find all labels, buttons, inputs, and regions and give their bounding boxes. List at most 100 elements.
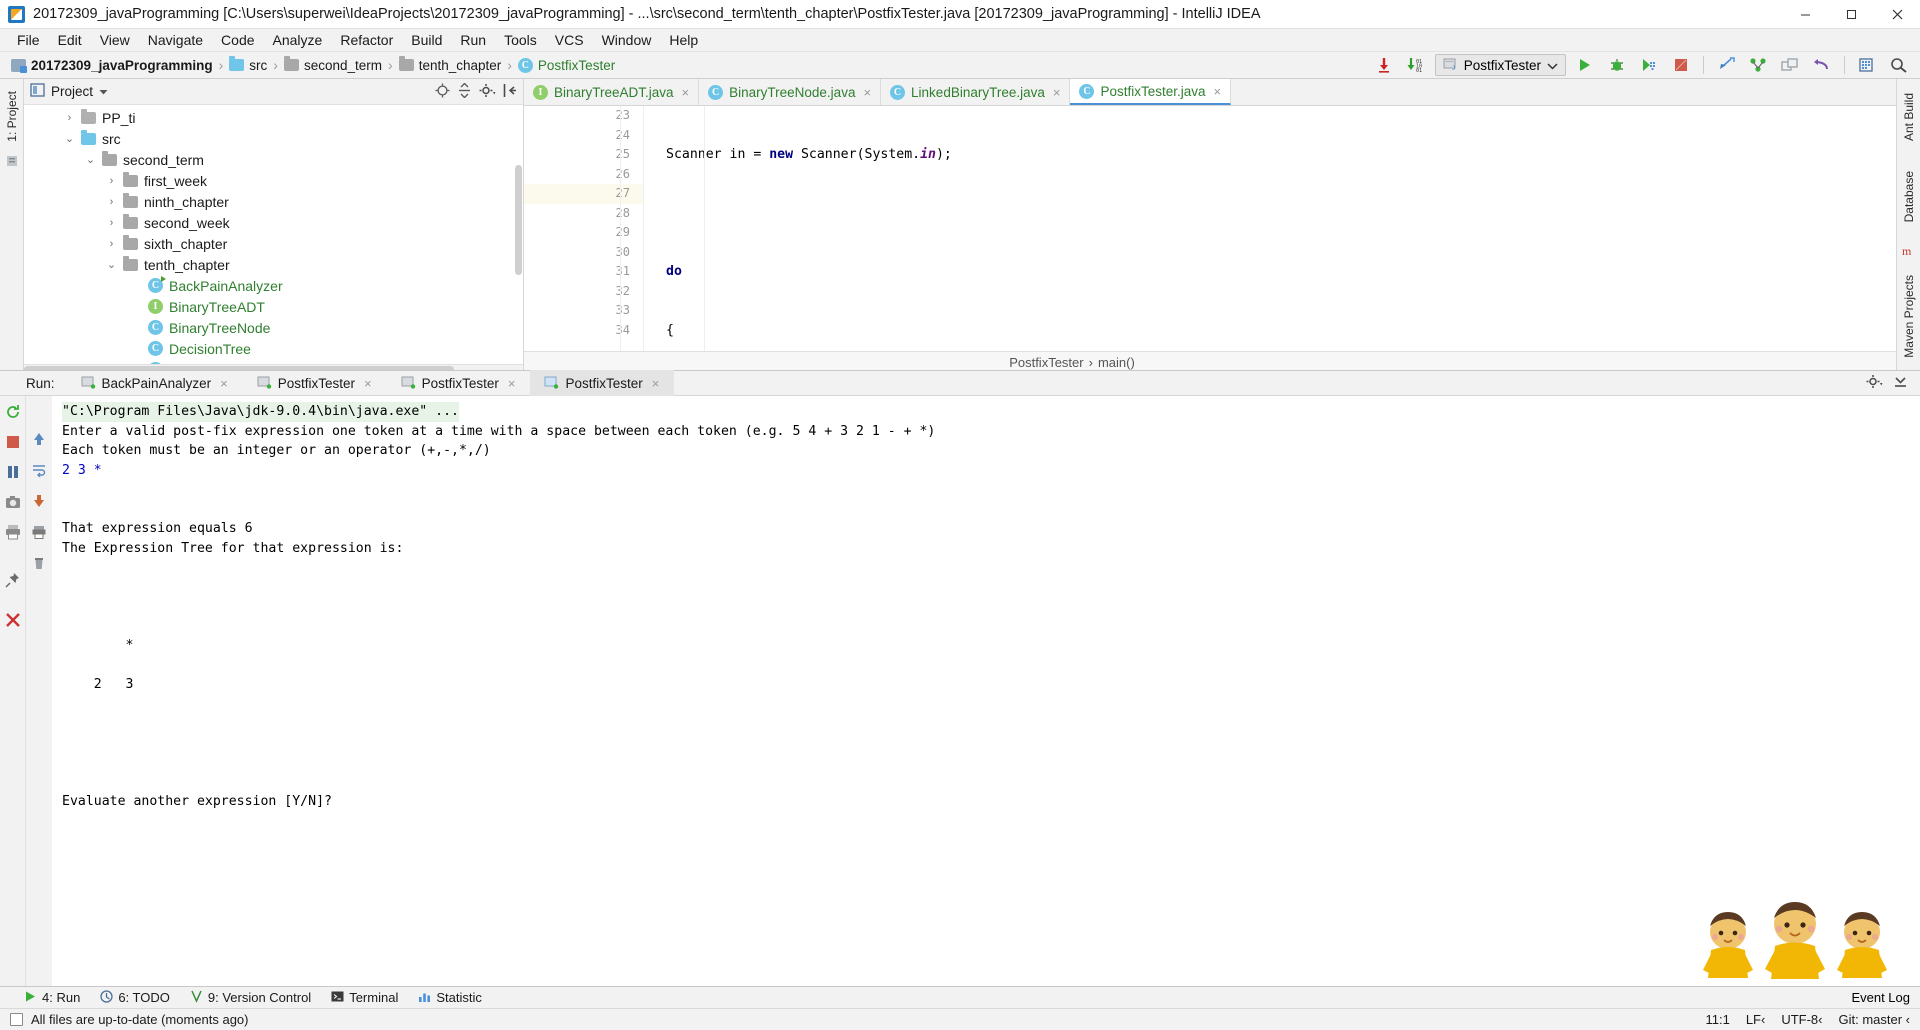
- coverage-icon[interactable]: [1636, 53, 1662, 77]
- undo-icon[interactable]: [1809, 53, 1835, 77]
- close-icon[interactable]: ×: [364, 376, 372, 391]
- tree-node-tenth-chapter[interactable]: ⌄ tenth_chapter: [24, 254, 523, 275]
- run-tab-postfixtester-3[interactable]: PostfixTester ×: [530, 370, 675, 396]
- tree-node-backpainanalyzer[interactable]: C BackPainAnalyzer: [24, 275, 523, 296]
- locate-icon[interactable]: [435, 83, 450, 101]
- close-icon[interactable]: ×: [508, 376, 516, 391]
- minimize-button[interactable]: [1782, 0, 1828, 29]
- stop-icon[interactable]: [1668, 53, 1694, 77]
- maximize-button[interactable]: [1828, 0, 1874, 29]
- menu-window[interactable]: Window: [593, 30, 661, 50]
- menu-code[interactable]: Code: [212, 30, 263, 50]
- collapse-arrow-icon[interactable]: ⌄: [85, 153, 96, 166]
- close-icon[interactable]: ×: [220, 376, 228, 391]
- tree-node-ninth-chapter[interactable]: › ninth_chapter: [24, 191, 523, 212]
- sidebar-item-maven-projects[interactable]: Maven Projects: [1902, 269, 1916, 364]
- expand-arrow-icon[interactable]: ›: [106, 217, 117, 229]
- collapse-all-icon[interactable]: [457, 82, 472, 101]
- close-icon[interactable]: [5, 612, 21, 631]
- console-output[interactable]: "C:\Program Files\Java\jdk-9.0.4\bin\jav…: [52, 396, 1920, 986]
- print-console-icon[interactable]: [32, 525, 46, 542]
- close-button[interactable]: [1874, 0, 1920, 29]
- tree-node-sixth-chapter[interactable]: › sixth_chapter: [24, 233, 523, 254]
- run-tab-postfixtester-2[interactable]: PostfixTester ×: [387, 370, 531, 396]
- project-tree-scrollbar[interactable]: [515, 165, 522, 275]
- tree-node-binarytreeadt[interactable]: I BinaryTreeADT: [24, 296, 523, 317]
- breadcrumb-postfixtester[interactable]: C PostfixTester: [515, 57, 618, 74]
- commit-icon[interactable]: 01 10 01: [1403, 53, 1429, 77]
- menu-view[interactable]: View: [91, 30, 139, 50]
- menu-edit[interactable]: Edit: [49, 30, 91, 50]
- collapse-arrow-icon[interactable]: ⌄: [106, 258, 117, 271]
- close-icon[interactable]: ×: [1214, 84, 1222, 99]
- scroll-to-end-icon[interactable]: [32, 494, 46, 511]
- close-icon[interactable]: ×: [652, 376, 660, 391]
- gear-icon[interactable]: [479, 83, 496, 101]
- caret-position[interactable]: 11:1: [1705, 1012, 1729, 1027]
- expand-arrow-icon[interactable]: ›: [106, 238, 117, 250]
- menu-navigate[interactable]: Navigate: [139, 30, 212, 50]
- breadcrumb-method[interactable]: main(): [1098, 355, 1135, 370]
- bottom-tab-run[interactable]: 4: Run: [24, 990, 80, 1006]
- run-icon[interactable]: [1572, 53, 1598, 77]
- tree-node-binarytreenode[interactable]: C BinaryTreeNode: [24, 317, 523, 338]
- collapse-arrow-icon[interactable]: ⌄: [64, 132, 75, 145]
- run-tab-postfixtester-1[interactable]: PostfixTester ×: [243, 370, 387, 396]
- screenshot-icon[interactable]: [5, 494, 21, 513]
- expand-arrow-icon[interactable]: ›: [106, 196, 117, 208]
- menu-tools[interactable]: Tools: [495, 30, 546, 50]
- git-branch[interactable]: Git: master ‹: [1838, 1012, 1910, 1027]
- file-encoding[interactable]: UTF-8‹: [1781, 1012, 1822, 1027]
- breadcrumb-project[interactable]: 20172309_javaProgramming: [8, 57, 216, 74]
- hide-panel-icon[interactable]: [1893, 374, 1908, 392]
- tree-node-pp-ti[interactable]: › PP_ti: [24, 107, 523, 128]
- bottom-tab-terminal[interactable]: Terminal: [331, 990, 398, 1006]
- tab-binarytreeadt[interactable]: I BinaryTreeADT.java ×: [524, 79, 700, 105]
- expand-arrow-icon[interactable]: ›: [106, 175, 117, 187]
- breadcrumb-src[interactable]: src: [226, 56, 270, 74]
- tree-node-src[interactable]: ⌄ src: [24, 128, 523, 149]
- clear-all-icon[interactable]: [32, 556, 46, 573]
- chevron-down-icon[interactable]: [99, 84, 108, 99]
- stop-icon[interactable]: [5, 434, 21, 453]
- close-icon[interactable]: ×: [1053, 85, 1061, 100]
- tree-node-second-week[interactable]: › second_week: [24, 212, 523, 233]
- breadcrumb-second-term[interactable]: second_term: [281, 56, 385, 74]
- project-tree[interactable]: › PP_ti ⌄ src ⌄ second_term › first_week…: [24, 105, 523, 364]
- expand-arrow-icon[interactable]: ›: [64, 112, 75, 124]
- run-tab-backpainanalyzer[interactable]: BackPainAnalyzer ×: [67, 370, 243, 396]
- menu-build[interactable]: Build: [402, 30, 451, 50]
- menu-help[interactable]: Help: [660, 30, 707, 50]
- bottom-tab-todo[interactable]: 6: TODO: [100, 989, 170, 1006]
- close-icon[interactable]: ×: [682, 85, 690, 100]
- sidebar-item-ant-build[interactable]: Ant Build: [1902, 87, 1916, 147]
- breadcrumb-tenth-chapter[interactable]: tenth_chapter: [396, 56, 505, 74]
- sidebar-item-database[interactable]: Database: [1902, 165, 1916, 228]
- code-viewport[interactable]: 23 24 25 26 27 28 29 30 31 32 33 34 Scan…: [524, 106, 1920, 351]
- debug-icon[interactable]: [1604, 53, 1630, 77]
- hide-panel-icon[interactable]: [503, 83, 517, 101]
- search-icon[interactable]: [1886, 53, 1912, 77]
- tree-node-second-term[interactable]: ⌄ second_term: [24, 149, 523, 170]
- bottom-tab-statistic[interactable]: Statistic: [418, 990, 482, 1006]
- project-structure-icon[interactable]: [1777, 53, 1803, 77]
- tab-postfixtester[interactable]: C PostfixTester.java ×: [1070, 79, 1232, 105]
- menu-run[interactable]: Run: [451, 30, 495, 50]
- settings-icon[interactable]: [1854, 53, 1880, 77]
- tab-binarytreenode[interactable]: C BinaryTreeNode.java ×: [699, 79, 882, 105]
- soft-wrap-icon[interactable]: [32, 463, 46, 480]
- structure-rail-icon[interactable]: [5, 154, 19, 171]
- line-separator[interactable]: LF‹: [1746, 1012, 1766, 1027]
- event-log-button[interactable]: Event Log: [1851, 990, 1920, 1005]
- code-content[interactable]: Scanner in = new Scanner(System.in); do …: [644, 106, 1920, 351]
- menu-analyze[interactable]: Analyze: [264, 30, 332, 50]
- menu-refactor[interactable]: Refactor: [331, 30, 402, 50]
- pin-icon[interactable]: [4, 572, 21, 591]
- tree-node-first-week[interactable]: › first_week: [24, 170, 523, 191]
- update-project-icon[interactable]: [1371, 53, 1397, 77]
- gear-icon[interactable]: [1866, 374, 1883, 392]
- scroll-up-icon[interactable]: [32, 432, 46, 449]
- breadcrumb-class[interactable]: PostfixTester: [1009, 355, 1083, 370]
- sidebar-item-project[interactable]: 1: Project: [5, 85, 19, 148]
- print-icon[interactable]: [5, 524, 21, 543]
